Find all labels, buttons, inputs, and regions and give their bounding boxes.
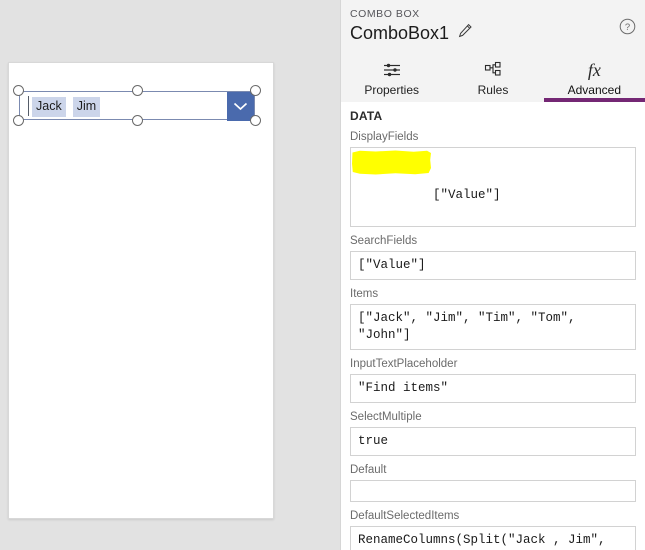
help-circle-icon[interactable]: ? (619, 18, 636, 40)
resize-handle-bottom-center[interactable] (132, 115, 143, 126)
resize-handle-top-left[interactable] (13, 85, 24, 96)
selected-chips: Jack Jim (32, 97, 101, 117)
app-screen[interactable]: Jack Jim (8, 62, 274, 519)
chip-item[interactable]: Jim (72, 97, 101, 117)
text-caret (28, 96, 29, 116)
resize-handle-top-right[interactable] (250, 85, 261, 96)
pencil-icon[interactable] (458, 23, 473, 43)
panel-body: DATA DisplayFields ["Value"] SearchField… (341, 102, 645, 550)
resize-handle-bottom-left[interactable] (13, 115, 24, 126)
control-name-label: ComboBox1 (350, 23, 450, 43)
resize-handle-top-center[interactable] (132, 85, 143, 96)
field-selectmultiple: SelectMultiple true (350, 410, 636, 456)
field-label: DefaultSelectedItems (350, 510, 460, 522)
selectmultiple-input[interactable]: true (350, 427, 636, 456)
properties-panel: COMBO BOX ComboBox1 ? Properties Rules f… (340, 0, 645, 550)
field-label: SearchFields (350, 235, 418, 247)
displayfields-input[interactable]: ["Value"] (350, 147, 636, 227)
combobox-control[interactable]: Jack Jim (13, 85, 261, 126)
field-inputtextplaceholder: InputTextPlaceholder "Find items" (350, 357, 636, 403)
svg-text:?: ? (625, 22, 630, 33)
yellow-highlight-annotation (352, 150, 431, 175)
panel-tabs: Properties Rules fx Advanced (341, 55, 645, 102)
field-label: Default (350, 464, 387, 476)
field-label: DisplayFields (350, 131, 419, 143)
field-default: Default (350, 463, 636, 502)
rules-nodes-icon (483, 60, 503, 80)
defaultselecteditems-input[interactable]: RenameColumns(Split("Jack , Jim", ","),"… (350, 526, 636, 550)
app-root: Jack Jim COMBO BOX ComboBox1 ? Propertie… (0, 0, 645, 550)
field-label: InputTextPlaceholder (350, 358, 458, 370)
tab-advanced[interactable]: fx Advanced (543, 55, 645, 102)
tab-rules[interactable]: Rules (442, 55, 543, 102)
tab-properties[interactable]: Properties (341, 55, 442, 102)
field-items: Items ["Jack", "Jim", "Tim", "Tom", "Joh… (350, 287, 636, 350)
resize-handle-bottom-right[interactable] (250, 115, 261, 126)
field-label: Items (350, 288, 379, 300)
control-title-row: ComboBox1 (350, 22, 473, 44)
field-searchfields: SearchFields ["Value"] (350, 234, 636, 280)
field-value: ["Value"] (433, 188, 501, 202)
tab-rules-label: Rules (477, 83, 509, 97)
design-canvas[interactable]: Jack Jim (0, 0, 340, 550)
control-kind-label: COMBO BOX (350, 8, 420, 20)
searchfields-input[interactable]: ["Value"] (350, 251, 636, 280)
sliders-icon (382, 60, 402, 80)
section-title-data: DATA (350, 109, 383, 123)
panel-header: COMBO BOX ComboBox1 ? Properties Rules f… (341, 0, 645, 102)
chip-item[interactable]: Jack (32, 97, 66, 117)
tab-properties-label: Properties (364, 83, 420, 97)
items-input[interactable]: ["Jack", "Jim", "Tim", "Tom", "John"] (350, 304, 636, 350)
default-input[interactable] (350, 480, 636, 502)
inputtextplaceholder-input[interactable]: "Find items" (350, 374, 636, 403)
field-label: SelectMultiple (350, 411, 422, 423)
field-defaultselecteditems: DefaultSelectedItems RenameColumns(Split… (350, 509, 636, 550)
fx-icon: fx (587, 60, 601, 80)
tab-advanced-label: Advanced (567, 83, 621, 97)
field-displayfields: DisplayFields ["Value"] (350, 130, 636, 227)
